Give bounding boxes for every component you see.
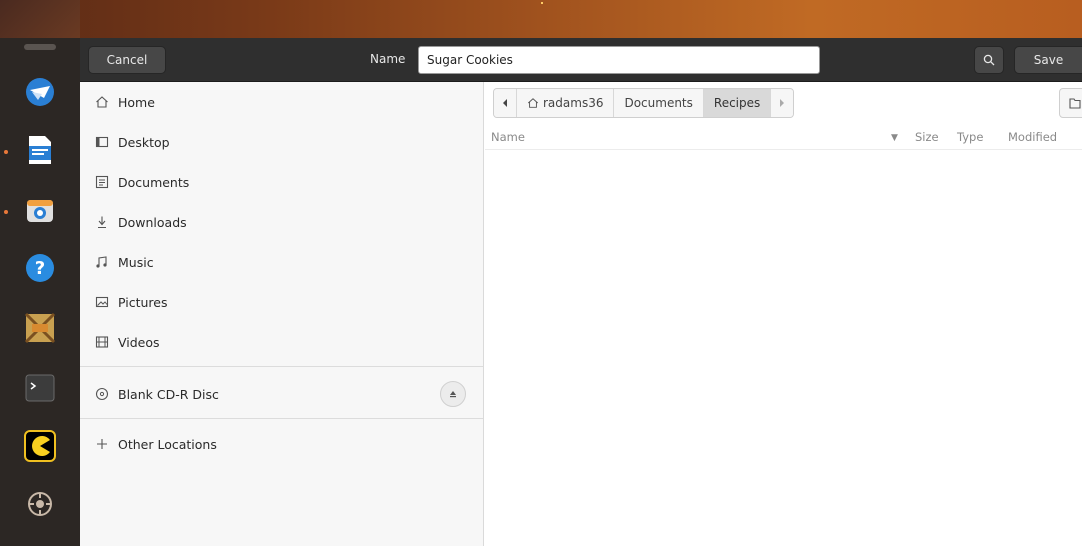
search-icon — [983, 54, 995, 66]
sidebar-item-label: Documents — [118, 174, 190, 190]
sidebar-item-home[interactable]: Home — [80, 82, 483, 122]
svg-text:?: ? — [35, 258, 45, 279]
column-size[interactable]: Size — [915, 130, 939, 144]
cancel-button[interactable]: Cancel — [88, 46, 166, 74]
dosbox-icon[interactable] — [24, 312, 56, 344]
sidebar-item-music[interactable]: Music — [80, 242, 483, 282]
pictures-icon — [94, 294, 110, 310]
sidebar-item-other-locations[interactable]: Other Locations — [80, 424, 483, 464]
column-type[interactable]: Type — [957, 130, 983, 144]
sidebar-separator — [80, 366, 483, 367]
desktop-icon — [94, 134, 110, 150]
path-segment-label: Documents — [624, 96, 693, 110]
plus-icon — [94, 436, 110, 452]
sidebar-item-label: Other Locations — [118, 436, 217, 452]
settings-app-icon[interactable] — [24, 488, 56, 520]
filename-input[interactable]: Sugar Cookies — [418, 46, 820, 74]
running-indicator — [4, 210, 8, 214]
home-icon — [527, 98, 539, 108]
help-icon[interactable]: ? — [24, 252, 56, 284]
sidebar-item-label: Videos — [118, 334, 160, 350]
new-folder-icon — [1069, 98, 1081, 109]
path-segment-documents[interactable]: Documents — [614, 89, 704, 117]
save-button[interactable]: Save — [1014, 46, 1082, 74]
terminal-icon[interactable] — [24, 372, 56, 404]
column-modified[interactable]: Modified — [1008, 130, 1057, 144]
save-file-dialog: Cancel Name Sugar Cookies Save Home Desk… — [80, 38, 1082, 546]
disc-icon — [94, 386, 110, 402]
panel-indicator — [541, 2, 543, 4]
sort-chevron-icon: ▼ — [891, 133, 898, 143]
sidebar-item-videos[interactable]: Videos — [80, 322, 483, 362]
sidebar-separator — [80, 418, 483, 419]
path-segment-label: radams36 — [543, 96, 604, 110]
thunderbird-icon[interactable] — [24, 76, 56, 108]
path-forward-button[interactable] — [771, 89, 794, 117]
sidebar-item-cd-disc[interactable]: Blank CD-R Disc — [80, 374, 483, 414]
sidebar-item-desktop[interactable]: Desktop — [80, 122, 483, 162]
sidebar-item-label: Home — [118, 94, 155, 110]
search-button[interactable] — [974, 46, 1004, 74]
music-icon — [94, 254, 110, 270]
name-label: Name — [370, 52, 406, 66]
file-list-area: radams36 Documents Recipes Name ▼ Size T… — [485, 82, 1082, 546]
videos-icon — [94, 334, 110, 350]
path-segment-label: Recipes — [713, 96, 761, 110]
column-header: Name ▼ Size Type Modified — [485, 126, 1082, 150]
path-back-button[interactable] — [494, 89, 517, 117]
eject-icon — [450, 391, 456, 398]
sidebar-item-label: Desktop — [118, 134, 170, 150]
dock-handle — [24, 44, 56, 50]
eject-button[interactable] — [440, 381, 466, 407]
column-name[interactable]: Name — [491, 130, 525, 144]
path-segment-recipes[interactable]: Recipes — [703, 89, 772, 117]
sidebar-item-label: Music — [118, 254, 154, 270]
path-segment-home[interactable]: radams36 — [517, 89, 615, 117]
sidebar-item-label: Blank CD-R Disc — [118, 386, 219, 402]
writer-icon[interactable] — [24, 134, 56, 166]
activities-corner[interactable] — [0, 0, 80, 38]
running-indicator — [4, 150, 8, 154]
dock: ? — [0, 38, 80, 546]
dialog-header: Cancel Name Sugar Cookies Save — [80, 38, 1082, 82]
sidebar-item-label: Pictures — [118, 294, 168, 310]
places-sidebar: Home Desktop Documents Downloads Music P… — [80, 82, 484, 546]
top-panel — [0, 0, 1082, 38]
chevron-right-icon — [780, 99, 785, 107]
sidebar-item-downloads[interactable]: Downloads — [80, 202, 483, 242]
downloads-icon — [94, 214, 110, 230]
path-bar: radams36 Documents Recipes — [493, 88, 795, 118]
new-folder-button[interactable] — [1059, 88, 1082, 118]
sidebar-item-label: Downloads — [118, 214, 187, 230]
sidebar-item-documents[interactable]: Documents — [80, 162, 483, 202]
home-icon — [94, 94, 110, 110]
documents-icon — [94, 174, 110, 190]
software-center-icon[interactable] — [24, 194, 56, 226]
sidebar-item-pictures[interactable]: Pictures — [80, 282, 483, 322]
chevron-left-icon — [503, 99, 507, 107]
pacman-icon[interactable] — [24, 430, 56, 462]
